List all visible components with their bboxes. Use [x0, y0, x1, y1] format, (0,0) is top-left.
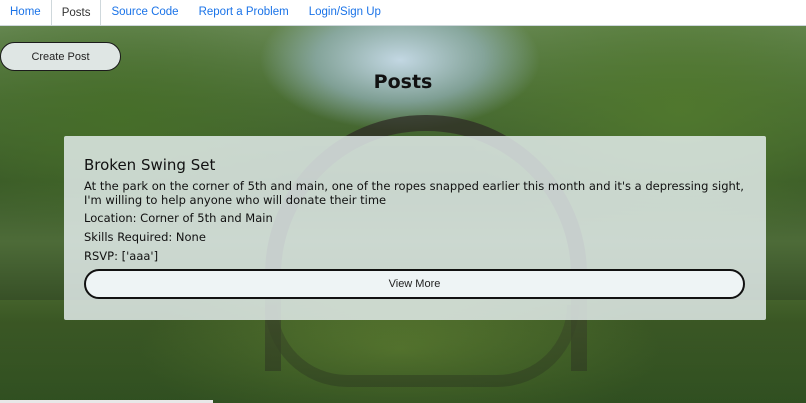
page: Home Posts Source Code Report a Problem … [0, 0, 806, 403]
post-title: Broken Swing Set [84, 156, 216, 174]
nav-tab-posts[interactable]: Posts [50, 0, 102, 25]
post-location: Location: Corner of 5th and Main [84, 211, 273, 225]
nav-tab-home[interactable]: Home [0, 0, 51, 25]
post-description: At the park on the corner of 5th and mai… [84, 179, 744, 207]
top-navbar: Home Posts Source Code Report a Problem … [0, 0, 806, 26]
view-more-button[interactable]: View More [84, 269, 745, 299]
nav-tab-login-signup[interactable]: Login/Sign Up [299, 0, 391, 25]
page-title: Posts [373, 71, 433, 93]
nav-tab-source-code[interactable]: Source Code [101, 0, 188, 25]
create-post-button[interactable]: Create Post [0, 42, 121, 71]
post-rsvp: RSVP: ['aaa'] [84, 249, 159, 263]
post-card: Broken Swing Set At the park on the corn… [64, 136, 766, 320]
nav-tab-report-problem[interactable]: Report a Problem [189, 0, 299, 25]
post-skills: Skills Required: None [84, 230, 206, 244]
